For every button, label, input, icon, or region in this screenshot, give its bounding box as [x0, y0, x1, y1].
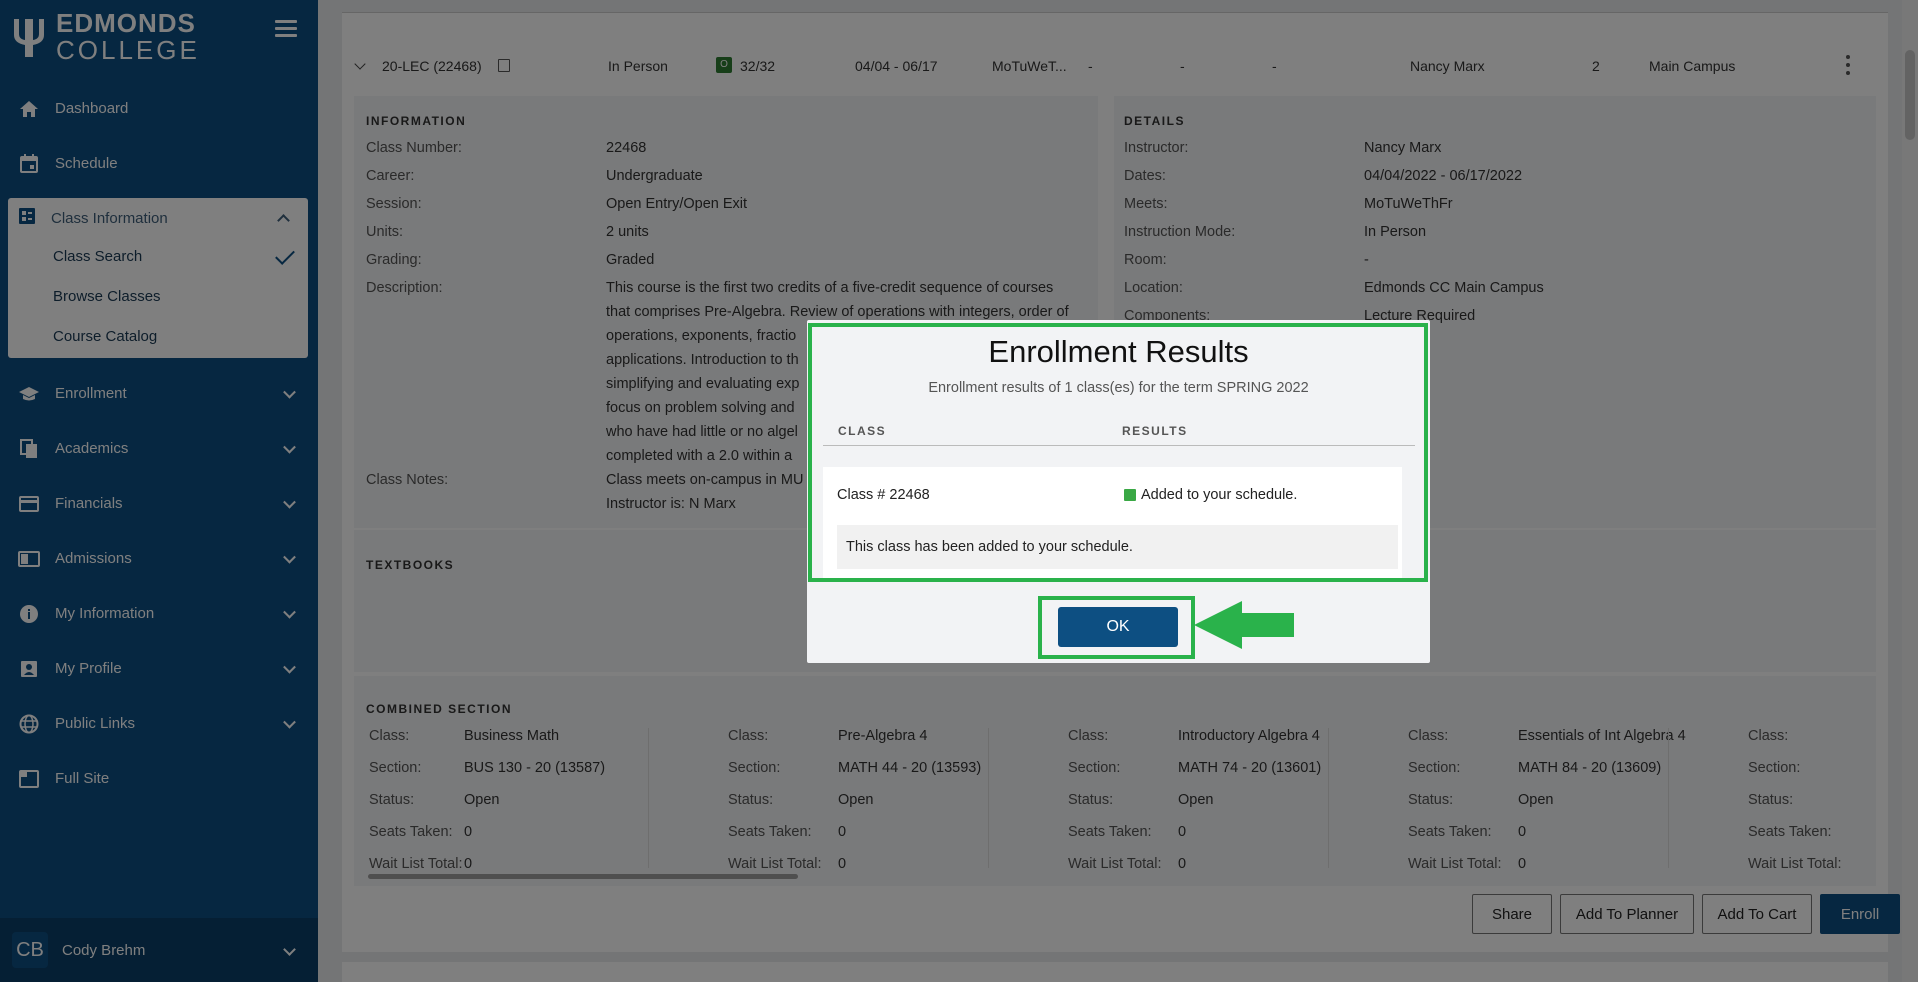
highlight-results-box: [808, 323, 1428, 582]
highlight-ok-box: [1038, 596, 1195, 659]
pointer-arrow-icon: [1194, 601, 1294, 649]
